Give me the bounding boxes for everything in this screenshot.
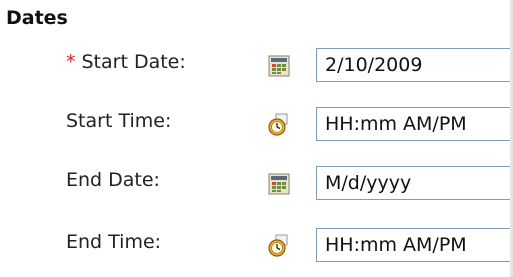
calendar-icon[interactable] — [266, 171, 292, 197]
start-time-input[interactable]: HH:mm AM/PM — [316, 107, 510, 141]
end-time-input[interactable]: HH:mm AM/PM — [316, 228, 510, 262]
clock-icon[interactable] — [266, 112, 292, 138]
end-date-row: End Date: M/d/yyyy — [0, 162, 510, 202]
start-time-row: Start Time: HH:mm AM/PM — [0, 103, 510, 143]
end-date-label: End Date: — [66, 169, 160, 191]
start-date-input[interactable]: 2/10/2009 — [316, 48, 510, 82]
dates-panel: Dates * Start Date: 2/10/2009 Start Time… — [0, 0, 510, 277]
start-time-label: Start Time: — [66, 110, 172, 132]
required-asterisk: * — [66, 51, 76, 73]
start-date-label: Start Date: — [81, 51, 186, 73]
start-date-row: * Start Date: 2/10/2009 — [0, 44, 510, 84]
end-time-row: End Time: HH:mm AM/PM — [0, 224, 510, 264]
start-date-label-wrap: * Start Date: — [66, 50, 186, 74]
end-time-label: End Time: — [66, 231, 162, 253]
section-title: Dates — [6, 7, 68, 29]
panel-clipper: Dates * Start Date: 2/10/2009 Start Time… — [0, 0, 510, 277]
calendar-icon[interactable] — [266, 53, 292, 79]
dates-form: Dates * Start Date: 2/10/2009 Start Time… — [0, 0, 513, 277]
end-date-input[interactable]: M/d/yyyy — [316, 166, 510, 200]
clock-icon[interactable] — [266, 233, 292, 259]
